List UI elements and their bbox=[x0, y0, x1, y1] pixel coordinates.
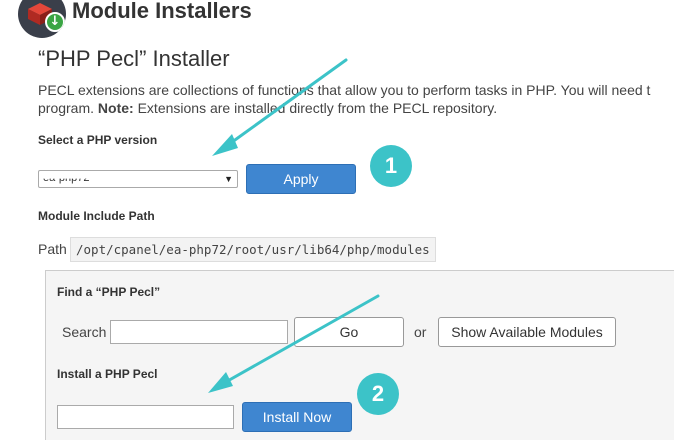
annotation-badge-1: 1 bbox=[370, 145, 412, 187]
annotation-arrows bbox=[208, 58, 380, 393]
annotation-badge-2: 2 bbox=[357, 373, 399, 415]
annotation-arrow-2 bbox=[208, 294, 380, 393]
annotation-arrow-1 bbox=[212, 58, 348, 156]
